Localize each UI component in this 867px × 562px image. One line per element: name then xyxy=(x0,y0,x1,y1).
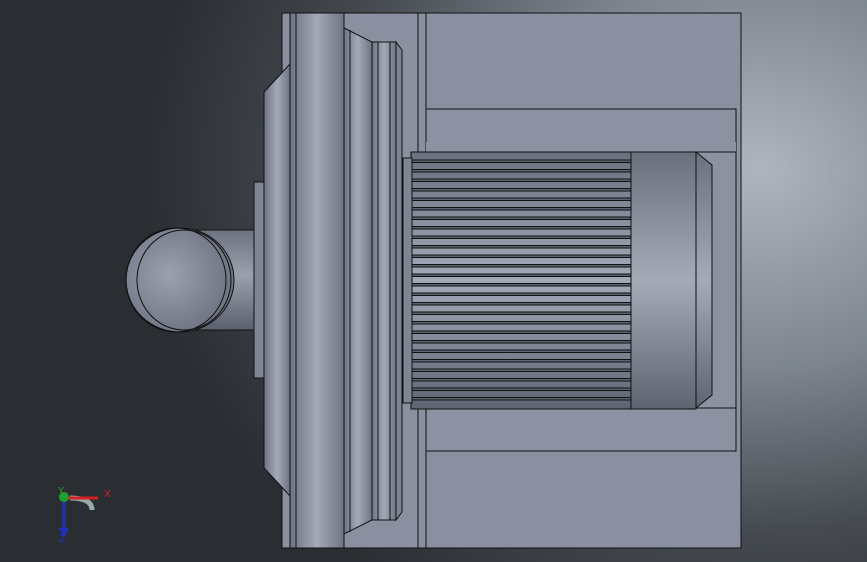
motor-fin xyxy=(410,226,632,230)
inlet-nozzle[interactable] xyxy=(125,181,265,379)
motor-fin xyxy=(410,264,632,268)
motor-fin xyxy=(410,311,632,315)
motor-fin xyxy=(410,216,632,220)
motor-fin xyxy=(410,207,632,211)
coordinate-triad: X Y Z xyxy=(57,486,111,545)
motor-fin xyxy=(410,235,632,239)
triad-z-label: Z xyxy=(59,534,66,545)
motor-fin xyxy=(410,387,632,391)
motor-fin xyxy=(410,340,632,344)
motor-fin xyxy=(410,169,632,173)
motor-fin xyxy=(410,349,632,353)
motor-fin xyxy=(410,302,632,306)
motor-fin xyxy=(410,397,632,401)
motor-fin xyxy=(410,283,632,287)
triad-x-label: X xyxy=(104,489,111,500)
motor-fins[interactable] xyxy=(402,151,632,410)
model-view[interactable]: X Y Z xyxy=(0,0,867,562)
motor-fin xyxy=(410,197,632,201)
motor-fin xyxy=(410,254,632,258)
motor-fin xyxy=(410,292,632,296)
impeller-flange[interactable] xyxy=(263,12,403,549)
graphics-viewport[interactable]: X Y Z xyxy=(0,0,867,562)
motor-fin xyxy=(410,273,632,277)
motor-fin xyxy=(410,159,632,163)
motor-fin xyxy=(410,378,632,382)
motor-fin xyxy=(410,368,632,372)
motor-fin xyxy=(410,178,632,182)
motor-fin xyxy=(410,188,632,192)
motor-fin xyxy=(410,245,632,249)
motor-fin xyxy=(410,330,632,334)
motor-fin xyxy=(410,321,632,325)
motor-fin xyxy=(410,359,632,363)
triad-y-label: Y xyxy=(57,486,65,497)
